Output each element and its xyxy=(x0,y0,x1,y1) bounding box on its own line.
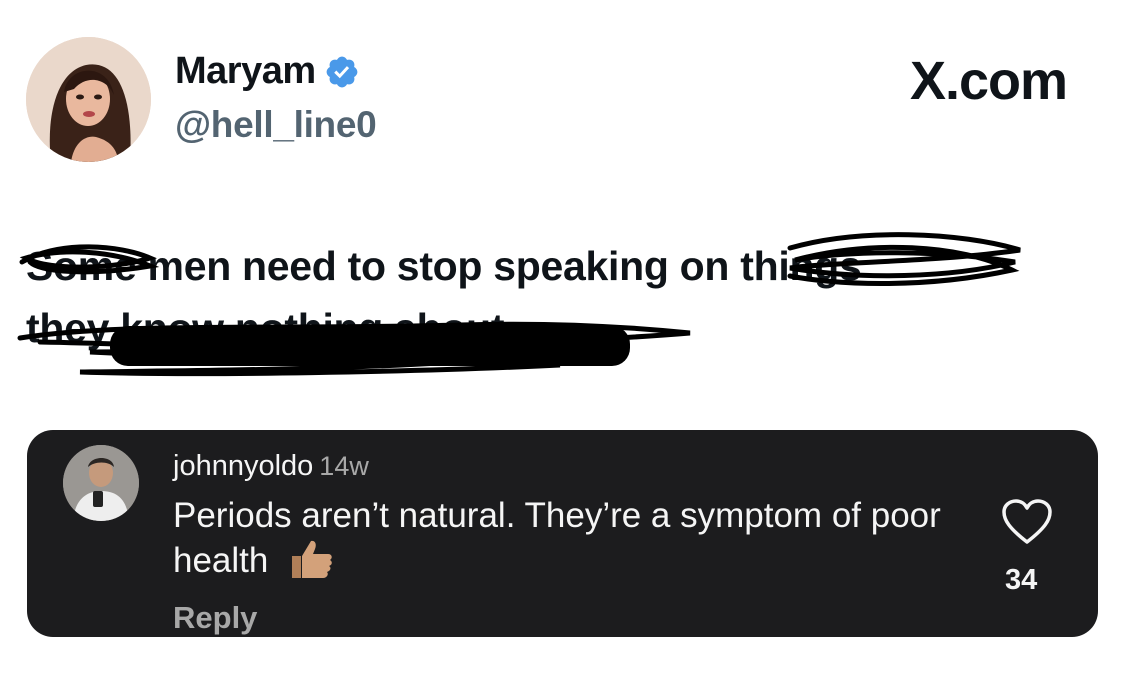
author-handle[interactable]: @hell_line0 xyxy=(175,104,377,146)
tweet-struck-end: on things xyxy=(668,243,862,289)
commenter-username[interactable]: johnnyoldo xyxy=(173,450,313,482)
like-count: 34 xyxy=(1005,564,1038,596)
author-avatar-image xyxy=(26,37,151,162)
tweet-struck-start: Some xyxy=(26,243,137,289)
author-avatar[interactable] xyxy=(26,37,151,162)
comment-timestamp: 14w xyxy=(319,451,369,481)
author-name-row: Maryam xyxy=(175,50,360,93)
comment-header: johnnyoldo 14w xyxy=(173,450,369,483)
tweet-struck-line2: they know nothing about... xyxy=(26,305,538,351)
heart-icon[interactable] xyxy=(1001,498,1053,546)
comment-body: Periods aren’t natural. They’re a sympto… xyxy=(173,494,953,583)
commenter-avatar[interactable] xyxy=(63,445,139,521)
commenter-avatar-image xyxy=(63,445,139,521)
reply-button[interactable]: Reply xyxy=(173,600,257,636)
comment-card: johnnyoldo 14w Periods aren’t natural. Th… xyxy=(27,430,1098,637)
tweet-text: Some men need to stop speaking on things… xyxy=(26,235,1066,359)
tweet-visible-text: men need to stop speaking xyxy=(136,243,669,289)
brand-logo: X.com xyxy=(909,51,1068,111)
verified-badge-icon xyxy=(326,56,358,87)
author-name[interactable]: Maryam xyxy=(175,50,316,93)
thumbs-up-icon xyxy=(292,540,332,578)
